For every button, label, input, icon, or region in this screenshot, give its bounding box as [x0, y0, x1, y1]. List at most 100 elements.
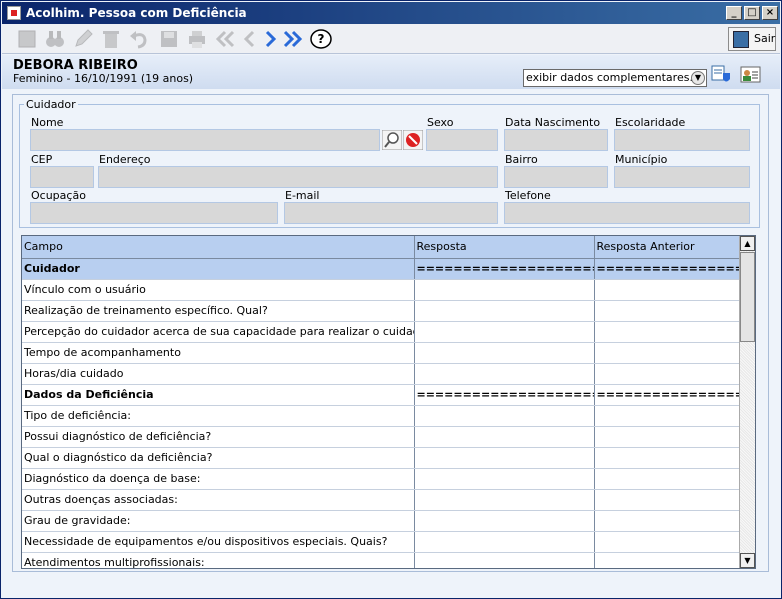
telefone-field[interactable]	[504, 202, 750, 224]
cep-field[interactable]	[30, 166, 94, 188]
previous-icon[interactable]	[238, 28, 260, 50]
table-row[interactable]: Qual o diagnóstico da deficiência?	[22, 447, 740, 469]
search-binoculars-icon[interactable]	[44, 28, 66, 50]
cell-resposta[interactable]	[414, 363, 595, 385]
cell-anterior[interactable]	[594, 363, 740, 385]
nome-field[interactable]	[30, 129, 380, 151]
table-row[interactable]: Tipo de deficiência:	[22, 405, 740, 427]
cell-campo: Atendimentos multiprofissionais:	[22, 552, 415, 568]
window-title: Acolhim. Pessoa com Deficiência	[26, 6, 247, 20]
header-campo[interactable]: Campo	[22, 236, 415, 259]
edit-icon[interactable]	[72, 28, 94, 50]
vertical-scrollbar[interactable]: ▲ ▼	[739, 236, 755, 568]
cell-anterior[interactable]	[594, 426, 740, 448]
search-icon[interactable]	[382, 130, 402, 150]
chevron-down-icon[interactable]: ▼	[691, 71, 705, 85]
help-icon[interactable]: ?	[310, 28, 332, 50]
scroll-up-button[interactable]: ▲	[740, 236, 755, 251]
save-icon[interactable]	[158, 28, 180, 50]
cell-anterior[interactable]	[594, 531, 740, 553]
user-card-icon[interactable]	[739, 63, 761, 85]
table-row[interactable]: Horas/dia cuidado	[22, 363, 740, 385]
table-row[interactable]: Atendimentos multiprofissionais:	[22, 552, 740, 568]
cell-anterior[interactable]	[594, 510, 740, 532]
cell-resposta[interactable]	[414, 510, 595, 532]
exit-label: Sair	[754, 32, 776, 45]
sexo-field[interactable]	[426, 129, 498, 151]
clear-icon[interactable]	[403, 130, 423, 150]
table-row[interactable]: Outras doenças associadas:	[22, 489, 740, 511]
cell-anterior[interactable]	[594, 342, 740, 364]
cell-anterior[interactable]	[594, 300, 740, 322]
sexo-label: Sexo	[427, 116, 454, 129]
cell-resposta[interactable]	[414, 279, 595, 301]
exit-button[interactable]: Sair	[728, 27, 776, 51]
cep-label: CEP	[31, 153, 53, 166]
table-row[interactable]: Tempo de acompanhamento	[22, 342, 740, 364]
table-row[interactable]: Diagnóstico da doença de base:	[22, 468, 740, 490]
cell-anterior[interactable]: =======================	[594, 384, 740, 406]
header-resposta-anterior[interactable]: Resposta Anterior	[594, 236, 740, 259]
cell-resposta[interactable]: ===========================	[414, 384, 595, 406]
header-resposta[interactable]: Resposta	[414, 236, 595, 259]
cell-resposta[interactable]	[414, 321, 595, 343]
table-row[interactable]: Grau de gravidade:	[22, 510, 740, 532]
app-icon	[7, 6, 21, 20]
close-button[interactable]: ×	[762, 6, 778, 20]
scroll-down-button[interactable]: ▼	[740, 553, 755, 568]
table-row[interactable]: Possui diagnóstico de deficiência?	[22, 426, 740, 448]
cell-anterior[interactable]	[594, 447, 740, 469]
cell-anterior[interactable]	[594, 405, 740, 427]
endereco-field[interactable]	[98, 166, 498, 188]
cell-anterior[interactable]	[594, 279, 740, 301]
section-row[interactable]: Cuidador =================== =============…	[22, 258, 740, 280]
complementary-data-dropdown[interactable]: exibir dados complementares... ▼	[523, 69, 707, 87]
delete-icon[interactable]	[100, 28, 122, 50]
cell-resposta[interactable]	[414, 468, 595, 490]
first-icon[interactable]	[214, 28, 236, 50]
undo-icon[interactable]	[128, 28, 150, 50]
table-row[interactable]: Vínculo com o usuário	[22, 279, 740, 301]
cell-anterior[interactable]	[594, 321, 740, 343]
cell-resposta[interactable]: ===========================	[414, 258, 595, 280]
table-row[interactable]: Realização de treinamento específico. Qu…	[22, 300, 740, 322]
nascimento-field[interactable]	[504, 129, 608, 151]
cell-campo: Tempo de acompanhamento	[22, 342, 415, 364]
table-row[interactable]: Percepção do cuidador acerca de sua capa…	[22, 321, 740, 343]
cell-resposta[interactable]	[414, 552, 595, 568]
email-field[interactable]	[284, 202, 498, 224]
cell-campo: Outras doenças associadas:	[22, 489, 415, 511]
escolaridade-label: Escolaridade	[615, 116, 686, 129]
security-shield-icon[interactable]	[710, 63, 732, 85]
ocupacao-field[interactable]	[30, 202, 278, 224]
cell-resposta[interactable]	[414, 489, 595, 511]
bairro-field[interactable]	[504, 166, 608, 188]
email-label: E-mail	[285, 189, 320, 202]
next-icon[interactable]	[260, 28, 282, 50]
cell-resposta[interactable]	[414, 342, 595, 364]
municipio-field[interactable]	[614, 166, 750, 188]
minimize-button[interactable]: _	[726, 6, 742, 20]
escolaridade-field[interactable]	[614, 129, 750, 151]
scroll-thumb[interactable]	[740, 252, 755, 342]
cell-anterior[interactable]	[594, 489, 740, 511]
grid-header-row: Campo Resposta Resposta Anterior	[22, 236, 740, 259]
cell-campo: Tipo de deficiência:	[22, 405, 415, 427]
cell-campo: Dados da Deficiência	[22, 384, 415, 406]
maximize-button[interactable]: □	[744, 6, 760, 20]
cell-resposta[interactable]	[414, 405, 595, 427]
cell-anterior[interactable]: =======================	[594, 258, 740, 280]
section-row[interactable]: Dados da Deficiência =================== =…	[22, 384, 740, 406]
cell-resposta[interactable]	[414, 300, 595, 322]
cell-resposta[interactable]	[414, 531, 595, 553]
last-icon[interactable]	[282, 28, 304, 50]
print-icon[interactable]	[186, 28, 208, 50]
cell-anterior[interactable]	[594, 468, 740, 490]
patient-header: DEBORA RIBEIRO Feminino - 16/10/1991 (19…	[2, 55, 780, 89]
new-icon[interactable]	[16, 28, 38, 50]
cell-resposta[interactable]	[414, 447, 595, 469]
cell-resposta[interactable]	[414, 426, 595, 448]
cell-anterior[interactable]	[594, 552, 740, 568]
table-row[interactable]: Necessidade de equipamentos e/ou disposi…	[22, 531, 740, 553]
patient-info: Feminino - 16/10/1991 (19 anos)	[13, 72, 194, 85]
